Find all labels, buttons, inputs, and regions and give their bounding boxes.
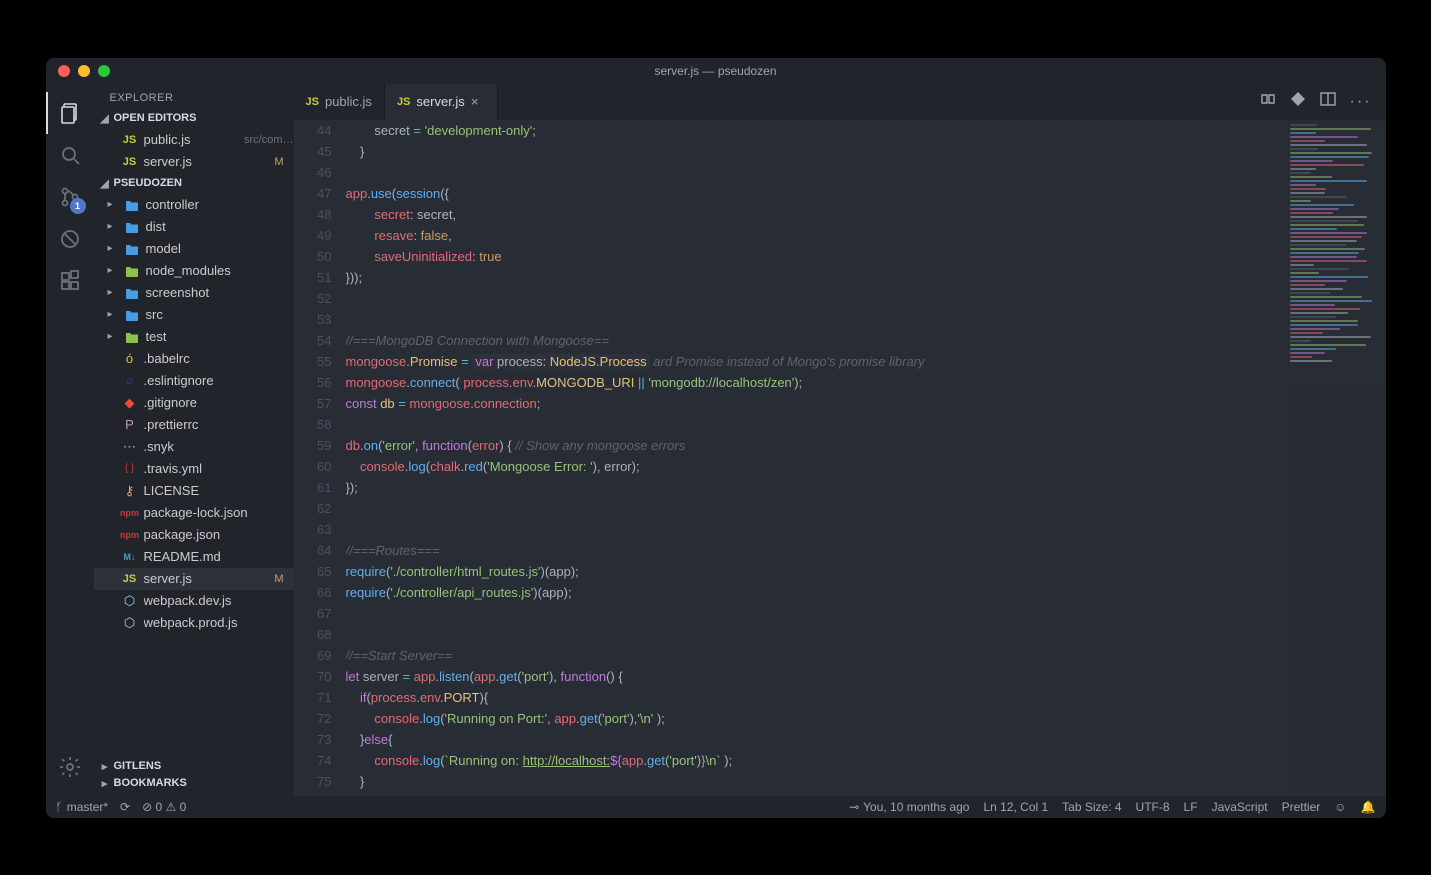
editor-tab[interactable]: JSserver.js× [385, 84, 498, 120]
git-sync[interactable]: ⟳ [120, 800, 130, 814]
explorer-icon[interactable] [46, 92, 94, 134]
app-window: server.js — pseudozen 1 [46, 58, 1386, 818]
file-item[interactable]: ó.babelrc [94, 348, 294, 370]
code-content[interactable]: secret = 'development-only'; } app.use(s… [346, 120, 1286, 796]
zoom-window-button[interactable] [98, 65, 110, 77]
sidebar: EXPLORER ◢OPEN EDITORS JSpublic.jssrc/co… [94, 84, 294, 796]
scm-badge: 1 [70, 198, 86, 214]
close-window-button[interactable] [58, 65, 70, 77]
formatter[interactable]: Prettier [1282, 800, 1321, 814]
folder-item[interactable]: ▸node_modules [94, 260, 294, 282]
open-editors-header[interactable]: ◢OPEN EDITORS [94, 110, 294, 127]
project-header[interactable]: ◢PSEUDOZEN [94, 175, 294, 192]
section-header[interactable]: ▸GITLENS [94, 758, 294, 775]
file-item[interactable]: M↓README.md [94, 546, 294, 568]
file-item[interactable]: ⬡webpack.prod.js [94, 612, 294, 634]
bell-icon[interactable]: 🔔 [1361, 800, 1376, 814]
file-item[interactable]: { }.travis.yml [94, 458, 294, 480]
folder-item[interactable]: ▸controller [94, 194, 294, 216]
feedback-icon[interactable]: ☺ [1334, 800, 1346, 814]
file-item[interactable]: ⚷LICENSE [94, 480, 294, 502]
folder-item[interactable]: ▸test [94, 326, 294, 348]
file-item[interactable]: npmpackage-lock.json [94, 502, 294, 524]
editor-tab[interactable]: JSpublic.js [294, 84, 385, 120]
scm-icon[interactable]: 1 [46, 176, 94, 218]
open-editor-item[interactable]: JSserver.jsM [94, 151, 294, 173]
section-header[interactable]: ▸BOOKMARKS [94, 775, 294, 792]
file-item[interactable]: ◆.gitignore [94, 392, 294, 414]
debug-icon[interactable] [46, 218, 94, 260]
code-area[interactable]: 4445464748495051525354555657585960616263… [294, 120, 1386, 796]
tab-actions: ··· [1260, 84, 1386, 120]
editor: JSpublic.jsJSserver.js× ··· 444546474849… [294, 84, 1386, 796]
search-icon[interactable] [46, 134, 94, 176]
file-item[interactable]: ⬡webpack.dev.js [94, 590, 294, 612]
compare-icon[interactable] [1260, 91, 1276, 112]
language-mode[interactable]: JavaScript [1212, 800, 1268, 814]
status-bar: ᚶ master* ⟳ ⊘ 0 ⚠ 0 ⊸ You, 10 months ago… [46, 796, 1386, 818]
file-item[interactable]: ○.eslintignore [94, 370, 294, 392]
extensions-icon[interactable] [46, 260, 94, 302]
git-branch[interactable]: ᚶ master* [56, 800, 109, 814]
close-tab-icon[interactable]: × [471, 94, 485, 109]
minimap[interactable] [1286, 120, 1386, 796]
folder-item[interactable]: ▸dist [94, 216, 294, 238]
git-blame[interactable]: ⊸ You, 10 months ago [849, 800, 969, 814]
main-area: 1 EXPLORER ◢OPEN EDITORS JSpublic.jssrc/… [46, 84, 1386, 796]
file-item[interactable]: JSserver.jsM [94, 568, 294, 590]
file-item[interactable]: P.prettierrc [94, 414, 294, 436]
split-icon[interactable] [1320, 91, 1336, 112]
open-editor-item[interactable]: JSpublic.jssrc/com… [94, 129, 294, 151]
folder-item[interactable]: ▸screenshot [94, 282, 294, 304]
titlebar: server.js — pseudozen [46, 58, 1386, 84]
activity-bar: 1 [46, 84, 94, 796]
more-icon[interactable]: ··· [1350, 93, 1372, 111]
window-title: server.js — pseudozen [46, 64, 1386, 78]
tab-size[interactable]: Tab Size: 4 [1062, 800, 1121, 814]
settings-gear-icon[interactable] [46, 746, 94, 788]
folder-item[interactable]: ▸src [94, 304, 294, 326]
problems[interactable]: ⊘ 0 ⚠ 0 [142, 800, 186, 814]
sidebar-title: EXPLORER [94, 84, 294, 110]
tab-bar: JSpublic.jsJSserver.js× ··· [294, 84, 1386, 120]
traffic-lights [46, 65, 110, 77]
folder-item[interactable]: ▸model [94, 238, 294, 260]
encoding[interactable]: UTF-8 [1136, 800, 1170, 814]
line-gutter: 4445464748495051525354555657585960616263… [294, 120, 346, 796]
gitlens-icon[interactable] [1290, 91, 1306, 112]
file-item[interactable]: npmpackage.json [94, 524, 294, 546]
eol[interactable]: LF [1184, 800, 1198, 814]
cursor-pos[interactable]: Ln 12, Col 1 [983, 800, 1048, 814]
file-item[interactable]: ⋯.snyk [94, 436, 294, 458]
minimize-window-button[interactable] [78, 65, 90, 77]
